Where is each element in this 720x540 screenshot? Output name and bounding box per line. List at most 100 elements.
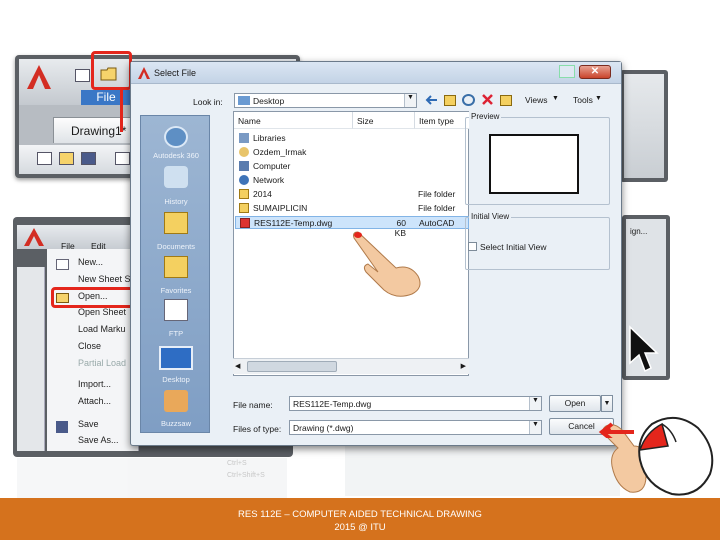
- autocad-logo-icon[interactable]: [25, 63, 53, 91]
- menu-bar: File Edit: [17, 225, 147, 251]
- new-icon: [56, 259, 69, 270]
- new-file-icon[interactable]: [75, 69, 90, 82]
- delete-icon[interactable]: [481, 93, 494, 106]
- up-folder-icon[interactable]: [444, 95, 456, 106]
- column-size[interactable]: Size: [353, 112, 415, 129]
- dialog-title-bar: Select File ✕: [131, 62, 621, 84]
- scroll-left-icon[interactable]: ◀: [235, 362, 240, 370]
- file-menu-label[interactable]: File: [81, 90, 131, 106]
- faded-shortcut: Ctrl+S: [227, 460, 247, 467]
- file-name-value: RES112E-Temp.dwg: [293, 399, 372, 409]
- faded-menu-reflection: Ctrl+S Ctrl+Shift+S: [17, 458, 287, 498]
- pointing-hand-icon: [353, 231, 421, 297]
- mouse-pointer-icon: [629, 325, 659, 373]
- views-menu[interactable]: Views: [525, 95, 548, 105]
- horizontal-scrollbar[interactable]: ◀ ▶: [233, 358, 469, 374]
- chevron-down-icon[interactable]: ▼: [404, 94, 416, 107]
- footer-year: 2015 @ ITU: [334, 522, 386, 533]
- places-sidebar: Autodesk 360 History Documents Favorites…: [140, 115, 210, 433]
- scroll-right-icon[interactable]: ▶: [461, 362, 466, 370]
- user-folder-icon: [239, 147, 249, 157]
- file-name: 2014: [253, 189, 272, 199]
- file-row[interactable]: 2014 File folder: [235, 188, 469, 201]
- autodesk-360-icon[interactable]: [164, 126, 188, 148]
- preview-label: Preview: [469, 112, 502, 121]
- left-toolbar: [17, 267, 45, 451]
- save-icon: [56, 421, 68, 433]
- file-name: Network: [253, 175, 285, 185]
- computer-mouse-icon: [638, 417, 714, 496]
- highlight-open-icon: [91, 51, 132, 90]
- documents-folder-icon[interactable]: [164, 212, 188, 234]
- save-icon[interactable]: [81, 152, 96, 165]
- open-button[interactable]: Open: [549, 395, 601, 412]
- file-name: Ozdem_Irmak: [253, 147, 307, 157]
- file-type: File folder: [418, 203, 456, 213]
- computer-icon: [239, 161, 249, 171]
- menu-item-partial-load[interactable]: Partial Load: [78, 358, 126, 368]
- chevron-down-icon[interactable]: ▼: [595, 95, 602, 102]
- desktop-icon[interactable]: [159, 346, 193, 370]
- place-desktop[interactable]: Desktop: [141, 375, 211, 384]
- file-name-label: File name:: [233, 400, 273, 410]
- scrollbar-thumb[interactable]: [247, 361, 337, 372]
- close-icon[interactable]: ✕: [579, 65, 611, 79]
- new-folder-icon[interactable]: [500, 95, 512, 106]
- chevron-down-icon[interactable]: ▼: [529, 397, 541, 410]
- menu-item-attach[interactable]: Attach...: [78, 396, 111, 406]
- file-row[interactable]: Ozdem_Irmak: [235, 146, 469, 159]
- open-icon[interactable]: [59, 152, 74, 165]
- folder-icon: [239, 203, 249, 213]
- dialog-title: Select File: [154, 68, 197, 78]
- history-icon[interactable]: [164, 166, 188, 188]
- help-icon[interactable]: [559, 65, 575, 78]
- column-name[interactable]: Name: [234, 112, 353, 129]
- chevron-down-icon[interactable]: ▼: [552, 95, 559, 102]
- files-of-type-select[interactable]: Drawing (*.dwg) ▼: [289, 420, 542, 435]
- menu-item-new-sheet-set[interactable]: New Sheet S: [78, 274, 131, 284]
- menu-item-load-markup[interactable]: Load Marku: [78, 324, 126, 334]
- menu-item-save[interactable]: Save: [78, 419, 99, 429]
- favorites-folder-icon[interactable]: [164, 256, 188, 278]
- column-type[interactable]: Item type: [415, 112, 469, 129]
- place-ftp[interactable]: FTP: [141, 329, 211, 338]
- files-of-type-label: Files of type:: [233, 424, 282, 434]
- place-documents[interactable]: Documents: [141, 242, 211, 251]
- place-buzzsaw[interactable]: Buzzsaw: [141, 419, 211, 428]
- dwg-file-icon: [240, 218, 250, 228]
- search-web-icon[interactable]: [462, 94, 475, 106]
- look-in-label: Look in:: [193, 97, 223, 107]
- menu-item-import[interactable]: Import...: [78, 379, 111, 389]
- autocad-logo-icon: [138, 67, 150, 79]
- autocad-logo-icon[interactable]: [23, 227, 45, 247]
- chevron-down-icon[interactable]: ▼: [529, 421, 541, 434]
- ftp-icon[interactable]: [164, 299, 188, 321]
- place-history[interactable]: History: [141, 197, 211, 206]
- file-row[interactable]: Network: [235, 174, 469, 187]
- menu-item-new[interactable]: New...: [78, 257, 103, 267]
- menu-item-open-sheet-set[interactable]: Open Sheet: [78, 307, 126, 317]
- initial-view-label: Initial View: [469, 212, 512, 221]
- place-favorites[interactable]: Favorites: [141, 286, 211, 295]
- file-list[interactable]: Name Size Item type Libraries Ozdem_Irma…: [233, 111, 469, 376]
- select-initial-view-checkbox[interactable]: [468, 242, 477, 251]
- highlight-connector: [120, 88, 123, 132]
- place-autodesk-360[interactable]: Autodesk 360: [141, 151, 211, 160]
- file-row[interactable]: SUMAIPLICIN File folder: [235, 202, 469, 215]
- back-arrow-icon[interactable]: [425, 93, 439, 107]
- file-type: File folder: [418, 189, 456, 199]
- network-icon: [239, 175, 249, 185]
- menu-item-save-as[interactable]: Save As...: [78, 435, 119, 445]
- menu-item-close[interactable]: Close: [78, 341, 101, 351]
- look-in-select[interactable]: Desktop ▼: [234, 93, 417, 108]
- print-icon[interactable]: [115, 152, 130, 165]
- libraries-icon: [239, 133, 249, 143]
- file-row[interactable]: Libraries: [235, 132, 469, 145]
- faded-shortcut: Ctrl+Shift+S: [227, 472, 265, 479]
- tools-menu[interactable]: Tools: [573, 95, 593, 105]
- new-icon[interactable]: [37, 152, 52, 165]
- file-name-input[interactable]: RES112E-Temp.dwg ▼: [289, 396, 542, 411]
- buzzsaw-icon[interactable]: [164, 390, 188, 412]
- file-row[interactable]: Computer: [235, 160, 469, 173]
- select-initial-view-text: Select Initial View: [480, 242, 547, 252]
